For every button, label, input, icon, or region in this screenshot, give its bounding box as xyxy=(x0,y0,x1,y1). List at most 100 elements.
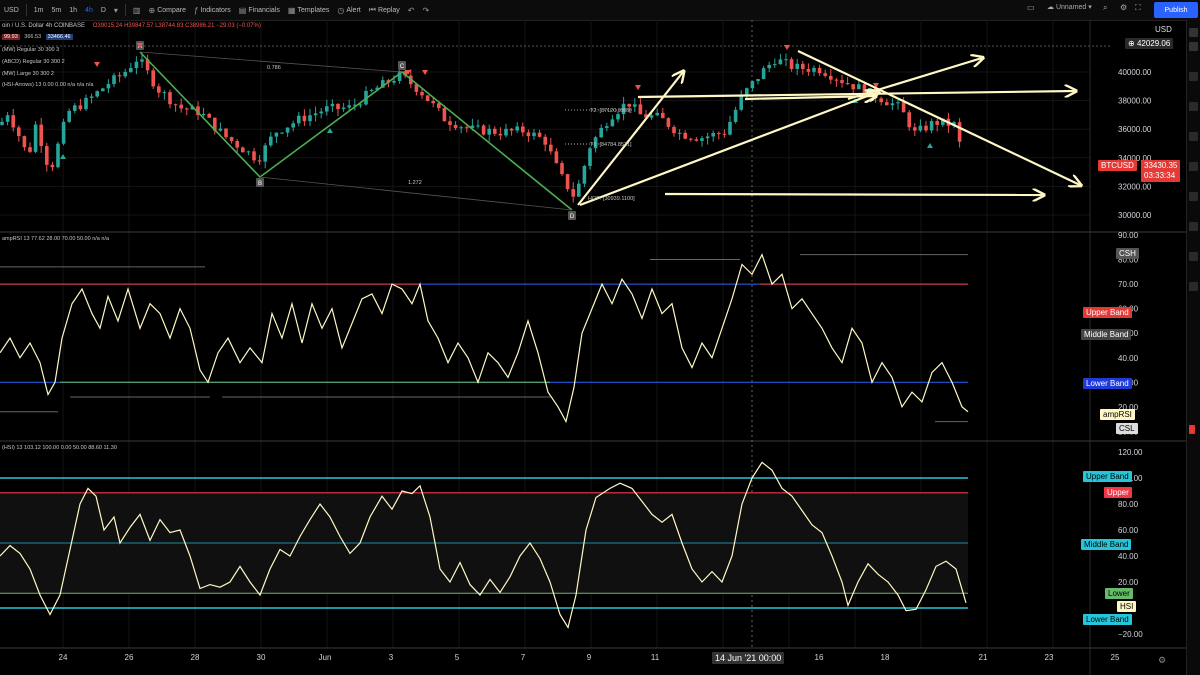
candle-body xyxy=(554,151,559,164)
candle-body xyxy=(67,110,71,122)
top-toolbar: USD 1m 5m 1h 4h D ▾ ▥ ⊕ Compare ƒ Indicato… xyxy=(0,0,1200,21)
indicator-legend-2[interactable]: (ABCD) Regular 30 300 2 xyxy=(2,59,65,65)
candle-body xyxy=(95,91,99,97)
candle-body xyxy=(851,84,855,90)
candle-body xyxy=(823,73,827,76)
indicators-icon: ƒ xyxy=(193,5,199,15)
candle-body xyxy=(78,105,83,110)
candle-body xyxy=(302,115,307,122)
hotlist-icon[interactable] xyxy=(1189,102,1198,111)
alert-label: Alert xyxy=(346,6,361,14)
watchlist-icon[interactable] xyxy=(1189,28,1198,37)
candle-body xyxy=(610,119,615,127)
cloud-save-button[interactable]: ☁ Unnamed ▾ xyxy=(1047,3,1092,11)
symbol-search[interactable]: USD xyxy=(0,7,23,14)
candle-body xyxy=(218,128,223,131)
interval-4h[interactable]: 4h xyxy=(81,7,97,14)
candle-body xyxy=(605,126,609,128)
candle-body xyxy=(297,115,301,124)
buy-marker xyxy=(60,154,66,159)
divider xyxy=(124,4,126,16)
candle-body xyxy=(627,103,631,107)
alert-marker-icon xyxy=(1189,425,1195,434)
ideas-icon[interactable] xyxy=(1189,162,1198,171)
candle-body xyxy=(896,102,900,104)
indicator-legend-1[interactable]: (MW) Regular 30 300 3 xyxy=(2,47,59,53)
streams-icon[interactable] xyxy=(1189,192,1198,201)
indicators-label: Indicators xyxy=(200,6,231,14)
hsi-legend[interactable]: (HSI) 13 103.12 100.00 0.00 50.00 88.60 … xyxy=(2,445,117,451)
alert-button[interactable]: ◷ Alert xyxy=(333,6,364,15)
hsi-upper-band-label: Upper Band xyxy=(1083,471,1132,482)
interval-1d[interactable]: D xyxy=(97,7,110,14)
candle-body xyxy=(257,160,262,162)
notifications-icon[interactable] xyxy=(1189,252,1198,261)
axis-settings-button[interactable]: ⚙ xyxy=(1158,655,1166,666)
candle-body xyxy=(56,143,60,168)
price-tick-label: 38000.00 xyxy=(1118,97,1152,106)
time-tick-label: 7 xyxy=(521,653,526,662)
alerts-icon[interactable] xyxy=(1189,42,1198,51)
help-icon[interactable] xyxy=(1189,282,1198,291)
indicator-legend-3[interactable]: (MW) Large 30 300 2 xyxy=(2,71,54,77)
candle-body xyxy=(689,138,693,140)
hsi-middle-band-label: Middle Band xyxy=(1081,539,1132,550)
candle-body xyxy=(89,96,94,98)
indicators-button[interactable]: ƒ Indicators xyxy=(190,6,235,15)
candle-body xyxy=(773,64,777,66)
price-tick-label: 40000.00 xyxy=(1118,68,1152,77)
publish-button[interactable]: Publish xyxy=(1154,2,1198,18)
currency-label: USD xyxy=(1155,25,1172,34)
undo-button[interactable]: ↶ xyxy=(404,6,419,15)
bar-style-button[interactable]: ▥ xyxy=(129,6,145,15)
layout-button[interactable]: ▭ xyxy=(1027,3,1035,12)
financials-button[interactable]: ▤ Financials xyxy=(235,6,284,15)
fullscreen-button[interactable]: ⛶ xyxy=(1135,3,1141,13)
quick-search-button[interactable]: ⌕ xyxy=(1103,3,1107,13)
candle-body xyxy=(22,136,27,148)
candle-body xyxy=(761,68,766,80)
plus-icon: ⊕ xyxy=(1128,39,1135,48)
pattern-point-label: C xyxy=(400,64,405,70)
chart-canvas[interactable]: ABCD 40000.0038000.0036000.0034000.00320… xyxy=(0,20,1186,675)
bid-ask: 99.93 366.53 33466.46 xyxy=(2,34,73,40)
candle-body xyxy=(801,63,805,70)
amprsi-pane xyxy=(0,253,969,424)
hsi-lower-label: Lower xyxy=(1105,588,1133,599)
settings-button[interactable]: ⚙ xyxy=(1120,3,1127,12)
candle-body xyxy=(341,107,346,110)
candle-body xyxy=(739,95,743,110)
indicator-legend-4[interactable]: (HSI-Arrows) 13 0.00 0.00 n/a n/a n/a xyxy=(2,82,93,88)
candle-body xyxy=(168,92,172,105)
financials-icon: ▤ xyxy=(238,5,247,15)
spread-value: 366.53 xyxy=(24,34,42,40)
candle-body xyxy=(633,104,637,107)
interval-5m[interactable]: 5m xyxy=(48,7,66,14)
interval-1m[interactable]: 1m xyxy=(30,7,48,14)
compare-button[interactable]: ⊕ Compare xyxy=(144,6,190,15)
trend-arrows xyxy=(577,50,1080,207)
symbol-title: oin / U.S. Dollar 4h COINBASE xyxy=(2,23,86,29)
templates-button[interactable]: ▦ Templates xyxy=(284,6,333,15)
interval-dropdown[interactable]: ▾ xyxy=(110,6,122,15)
candle-body xyxy=(101,88,105,92)
candle-body xyxy=(28,147,32,152)
symbol-legend[interactable]: oin / U.S. Dollar 4h COINBASE O39015.24 … xyxy=(2,23,261,29)
fib-ratio-top: 0.786 xyxy=(267,65,281,71)
candle-body xyxy=(173,104,178,106)
calendar-icon[interactable] xyxy=(1189,132,1198,141)
candle-body xyxy=(39,124,43,147)
candle-body xyxy=(677,132,682,134)
amprsi-legend[interactable]: ampRSI 13 77.62 28.00 70.00 50.00 n/a n/… xyxy=(2,236,109,242)
redo-button[interactable]: ↷ xyxy=(418,6,433,15)
chat-icon[interactable] xyxy=(1189,222,1198,231)
data-window-icon[interactable] xyxy=(1189,72,1198,81)
replay-label: Replay xyxy=(377,6,400,14)
replay-button[interactable]: ⏮ Replay xyxy=(365,5,404,15)
hsi-tick-label: 80.00 xyxy=(1118,500,1139,509)
interval-1h[interactable]: 1h xyxy=(65,7,81,14)
fib-ratio-bottom: 1.272 xyxy=(408,180,422,186)
candle-body xyxy=(577,183,581,197)
candle-body xyxy=(711,133,715,137)
candle-body xyxy=(521,126,525,133)
